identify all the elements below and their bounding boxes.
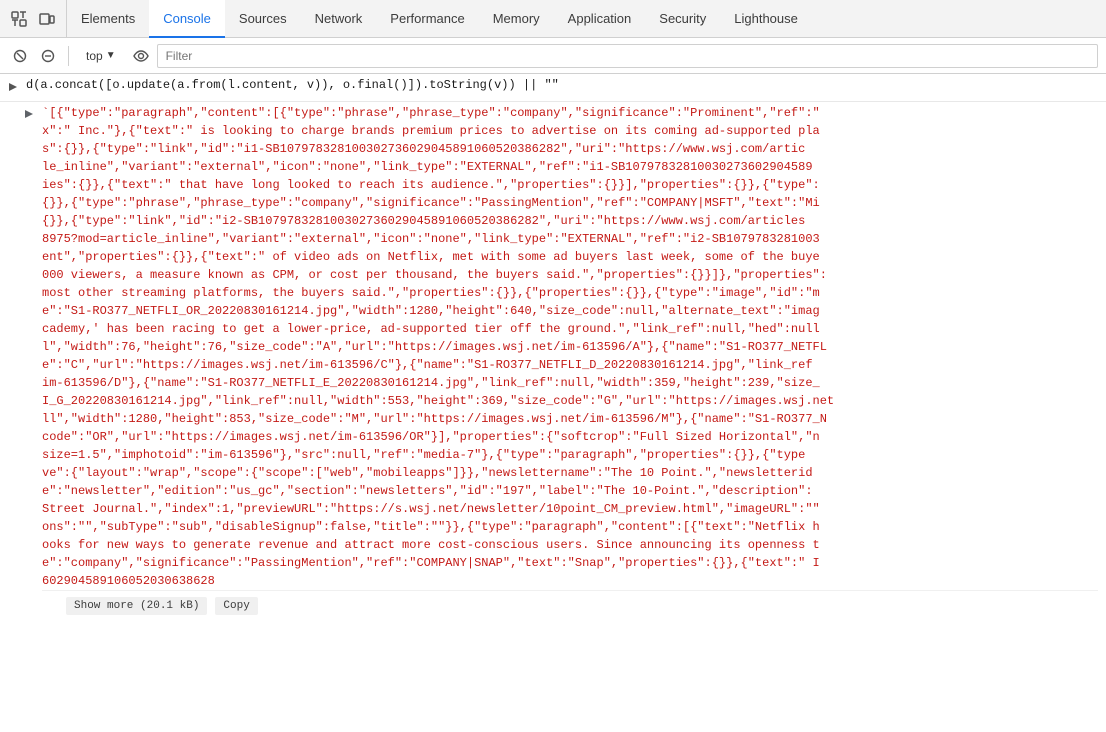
show-more-button[interactable]: Show more (20.1 kB) <box>66 597 207 615</box>
output-line-25: ooks for new ways to generate revenue an… <box>42 538 820 552</box>
output-line-9: ent","properties":{}},{"text":" of video… <box>42 250 820 264</box>
output-line-13: cademy,' has been racing to get a lower-… <box>42 322 820 336</box>
output-line-8: 8975?mod=article_inline","variant":"exte… <box>42 232 820 246</box>
tab-elements[interactable]: Elements <box>67 0 149 38</box>
output-line-2: x":" Inc."},{"text":" is looking to char… <box>42 124 820 138</box>
devtools-tab-bar: Elements Console Sources Network Perform… <box>0 0 1106 38</box>
tab-memory[interactable]: Memory <box>479 0 554 38</box>
console-input-line: d(a.concat([o.update(a.from(l.content, v… <box>0 74 1106 102</box>
output-arrow <box>24 104 34 119</box>
console-toolbar: top ▼ <box>0 38 1106 74</box>
tab-application-label: Application <box>568 11 632 26</box>
output-line-3: s":{}},{"type":"link","id":"i1-SB1079783… <box>42 142 805 156</box>
tab-security-label: Security <box>659 11 706 26</box>
console-input-text: d(a.concat([o.update(a.from(l.content, v… <box>26 78 559 92</box>
show-more-area: Show more (20.1 kB) Copy <box>42 590 1098 621</box>
output-line-6: {}},{"type":"phrase","phrase_type":"comp… <box>42 196 820 210</box>
live-expressions-button[interactable] <box>129 44 153 68</box>
console-content: d(a.concat([o.update(a.from(l.content, v… <box>0 74 1106 732</box>
output-line-24: ons":"","subType":"sub","disableSignup":… <box>42 520 820 534</box>
output-line-1: `[{"type":"paragraph","content":[{"type"… <box>42 106 820 120</box>
tab-icon-group <box>0 0 67 37</box>
console-output-line: `[{"type":"paragraph","content":[{"type"… <box>0 102 1106 621</box>
output-content-wrapper: `[{"type":"paragraph","content":[{"type"… <box>42 104 1098 621</box>
tab-console-label: Console <box>163 11 211 26</box>
tab-lighthouse-label: Lighthouse <box>734 11 798 26</box>
output-line-22: e":"newsletter","edition":"us_gc","secti… <box>42 484 813 498</box>
output-line-11: most other streaming platforms, the buye… <box>42 286 820 300</box>
tab-performance-label: Performance <box>390 11 464 26</box>
output-line-12: e":"S1-RO377_NETFLI_OR_20220830161214.jp… <box>42 304 820 318</box>
output-line-10: 000 viewers, a measure known as CPM, or … <box>42 268 827 282</box>
output-line-20: size=1.5","imphotoid":"im-613596"},"src"… <box>42 448 805 462</box>
tab-security[interactable]: Security <box>645 0 720 38</box>
output-line-16: im-613596/D"},{"name":"S1-RO377_NETFLI_E… <box>42 376 820 390</box>
output-line-26: e":"company","significance":"PassingMent… <box>42 556 820 570</box>
toolbar-divider-1 <box>68 46 69 66</box>
output-line-14: l","width":76,"height":76,"size_code":"A… <box>42 340 827 354</box>
tab-sources[interactable]: Sources <box>225 0 301 38</box>
output-line-19: code":"OR","url":"https://images.wsj.net… <box>42 430 820 444</box>
copy-button[interactable]: Copy <box>215 597 257 615</box>
device-toggle-icon[interactable] <box>36 8 58 30</box>
tab-application[interactable]: Application <box>554 0 646 38</box>
output-line-17: I_G_20220830161214.jpg","link_ref":null,… <box>42 394 834 408</box>
output-line-21: ve":{"layout":"wrap","scope":{"scope":["… <box>42 466 813 480</box>
output-line-7: {}},{"type":"link","id":"i2-SB1079783281… <box>42 214 805 228</box>
output-line-27: 602904589106052030638628 <box>42 574 215 588</box>
tab-network[interactable]: Network <box>301 0 377 38</box>
output-line-18: ll","width":1280,"height":853,"size_code… <box>42 412 827 426</box>
inspect-icon[interactable] <box>8 8 30 30</box>
tab-network-label: Network <box>315 11 363 26</box>
tab-memory-label: Memory <box>493 11 540 26</box>
input-prompt <box>8 78 18 94</box>
console-output-text: `[{"type":"paragraph","content":[{"type"… <box>42 104 1098 590</box>
context-label: top <box>86 49 103 63</box>
tab-elements-label: Elements <box>81 11 135 26</box>
filter-input[interactable] <box>157 44 1098 68</box>
tab-performance[interactable]: Performance <box>376 0 478 38</box>
clear-console-button[interactable] <box>8 44 32 68</box>
tab-sources-label: Sources <box>239 11 287 26</box>
output-line-4: le_inline","variant":"external","icon":"… <box>42 160 813 174</box>
output-line-15: e":"C","url":"https://images.wsj.net/im-… <box>42 358 813 372</box>
tab-lighthouse[interactable]: Lighthouse <box>720 0 812 38</box>
output-line-23: Street Journal.","index":1,"previewURL":… <box>42 502 820 516</box>
chevron-down-icon: ▼ <box>106 50 116 61</box>
output-line-5: ies":{}},{"text":" that have long looked… <box>42 178 820 192</box>
tab-console[interactable]: Console <box>149 0 225 38</box>
filter-toggle-button[interactable] <box>36 44 60 68</box>
context-selector[interactable]: top ▼ <box>77 44 125 68</box>
